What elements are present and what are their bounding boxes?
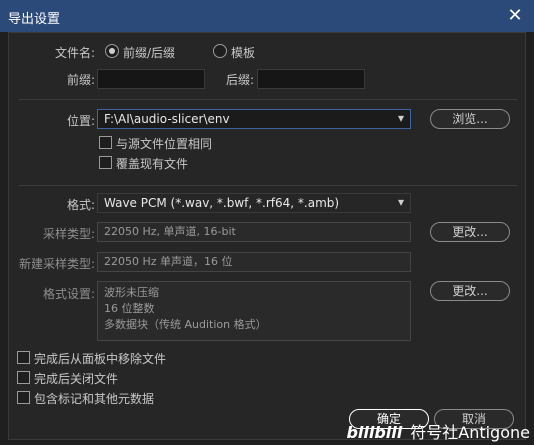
window-title: 导出设置	[8, 12, 61, 27]
separator	[19, 99, 517, 100]
same-as-source-label[interactable]: 与源文件位置相同	[116, 135, 212, 152]
separator	[19, 185, 517, 186]
overwrite-checkbox[interactable]	[99, 156, 112, 169]
chevron-down-icon: ▾	[397, 111, 404, 125]
format-settings-line: 16 位整数	[104, 302, 155, 315]
browse-button[interactable]: 浏览...	[430, 109, 510, 129]
radio-template-label[interactable]: 模板	[231, 44, 255, 61]
new-sample-type-label: 新建采样类型:	[18, 257, 95, 271]
change-format-settings-button[interactable]: 更改...	[430, 281, 510, 301]
export-settings-dialog: 文件名: 前缀/后缀 模板 前缀: 后缀: 位置: F:\AI\audio-sl…	[8, 32, 526, 440]
format-settings-box: 波形未压缩 16 位整数 多数据块（传统 Audition 格式）	[97, 281, 411, 341]
remove-from-panel-label[interactable]: 完成后从面板中移除文件	[34, 350, 166, 367]
change-sample-type-button[interactable]: 更改...	[430, 222, 510, 242]
include-markers-checkbox[interactable]	[17, 391, 30, 404]
suffix-label: 后缀:	[225, 73, 254, 87]
format-settings-label: 格式设置:	[42, 287, 95, 301]
close-after-checkbox[interactable]	[17, 371, 30, 384]
include-markers-label[interactable]: 包含标记和其他元数据	[34, 390, 154, 407]
bilibili-logo: bilibili	[346, 423, 403, 442]
format-dropdown[interactable]: Wave PCM (*.wav, *.bwf, *.rf64, *.amb) ▾	[97, 193, 411, 213]
close-icon[interactable]: ✕	[504, 5, 526, 27]
title-bar: 导出设置 ✕	[0, 0, 534, 32]
radio-prefix-suffix[interactable]	[105, 44, 119, 58]
overwrite-label[interactable]: 覆盖现有文件	[116, 155, 188, 172]
suffix-input[interactable]	[257, 69, 365, 89]
same-as-source-checkbox[interactable]	[99, 136, 112, 149]
location-value: F:\AI\audio-slicer\env	[104, 112, 230, 126]
radio-template[interactable]	[213, 44, 227, 58]
format-settings-line: 多数据块（传统 Audition 格式）	[104, 318, 267, 331]
sample-type-field: 22050 Hz, 单声道, 16-bit	[97, 222, 411, 242]
format-label: 格式:	[66, 198, 95, 212]
prefix-input[interactable]	[97, 69, 205, 89]
watermark-text: 符号社Antigone	[410, 423, 530, 442]
prefix-label: 前缀:	[66, 73, 95, 87]
sample-type-label: 采样类型:	[42, 227, 95, 241]
new-sample-type-field: 22050 Hz 单声道，16 位	[97, 252, 411, 272]
remove-from-panel-checkbox[interactable]	[17, 351, 30, 364]
format-value: Wave PCM (*.wav, *.bwf, *.rf64, *.amb)	[104, 196, 340, 210]
close-after-label[interactable]: 完成后关闭文件	[34, 370, 118, 387]
location-dropdown[interactable]: F:\AI\audio-slicer\env ▾	[97, 109, 411, 129]
radio-prefix-suffix-label[interactable]: 前缀/后缀	[123, 44, 175, 61]
location-label: 位置:	[66, 114, 95, 128]
watermark: bilibili 符号社Antigone	[346, 419, 530, 443]
filename-label: 文件名:	[54, 46, 95, 60]
format-settings-line: 波形未压缩	[104, 286, 159, 299]
chevron-down-icon: ▾	[397, 195, 404, 209]
